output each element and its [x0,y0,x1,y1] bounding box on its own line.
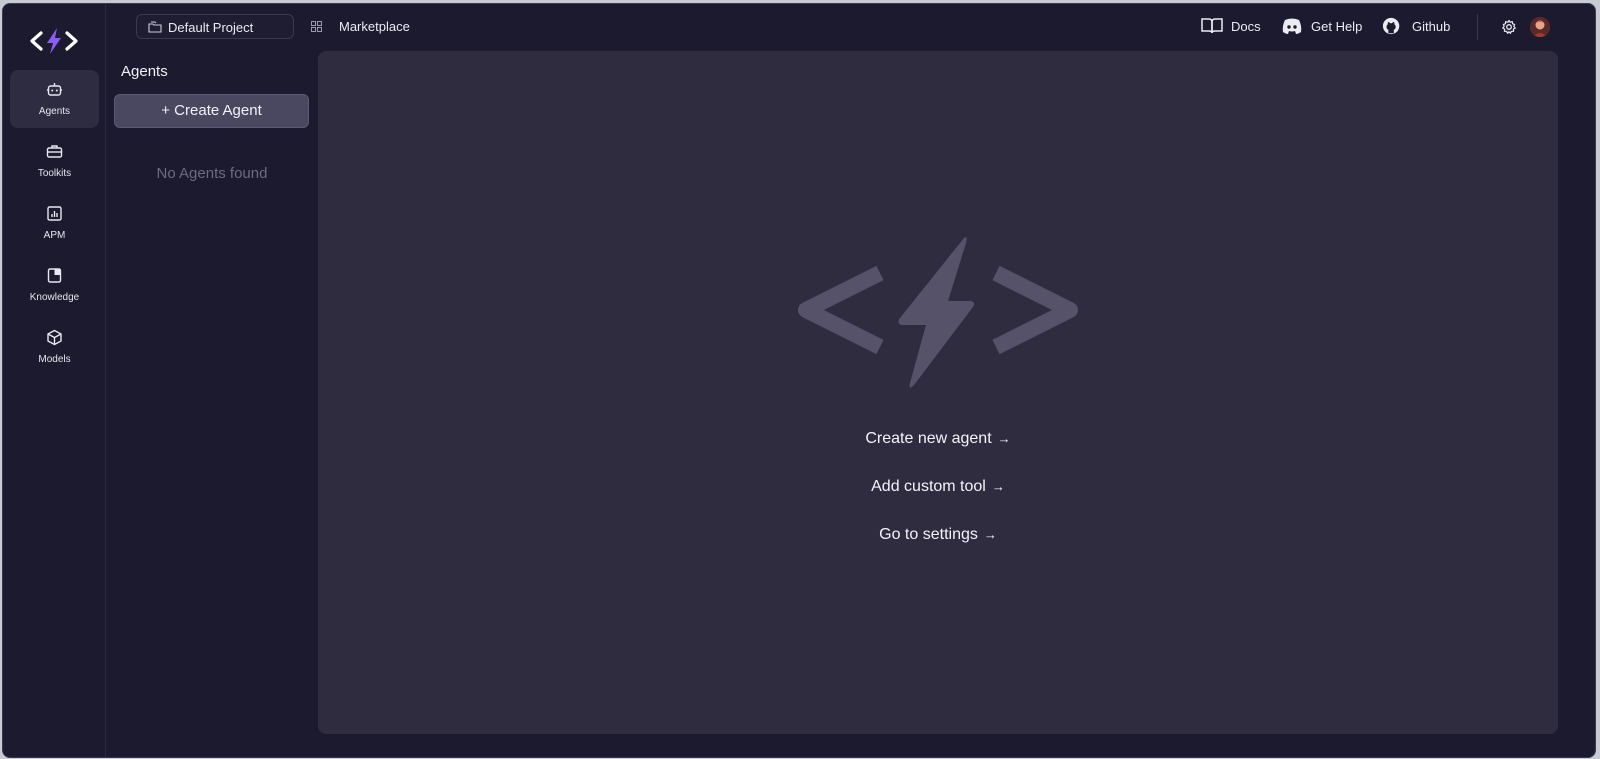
grid-icon [311,21,322,32]
nav-item-label: Agents [38,106,71,117]
arrow-right-icon: → [997,431,1011,446]
avatar-image-icon [1530,17,1550,37]
app-logo-icon[interactable] [29,26,79,56]
agents-panel: Agents + Create Agent No Agents found [106,52,318,757]
github-label: Github [1412,19,1451,34]
nav-rail: Agents Toolkits APM Knowledge Models [3,4,106,757]
folder-icon [148,21,162,33]
nav-item-agents[interactable]: Agents [10,70,99,128]
book-icon [47,268,62,283]
arrow-right-icon: → [991,479,1005,494]
discord-icon [1282,18,1302,34]
action-label: Create new agent [865,430,992,447]
go-to-settings-link[interactable]: Go to settings → [318,526,1558,544]
nav-item-label: Models [38,354,71,365]
app-window: Agents Toolkits APM Knowledge Models Def… [2,3,1596,758]
docs-label: Docs [1231,19,1261,34]
toolbox-icon [46,145,63,158]
main-content: Create new agent → Add custom tool → Go to… [318,51,1558,734]
create-agent-button[interactable]: + Create Agent [114,94,309,128]
chart-icon [47,206,62,221]
nav-item-label: Knowledge [29,292,80,303]
nav-item-apm[interactable]: APM [10,194,99,252]
robot-icon [47,83,62,96]
add-custom-tool-link[interactable]: Add custom tool → [318,478,1558,496]
action-label: Go to settings [879,526,978,543]
action-label: Add custom tool [871,478,986,495]
project-name: Default Project [168,20,254,35]
nav-item-models[interactable]: Models [10,318,99,376]
nav-item-label: APM [43,230,66,241]
nav-item-toolkits[interactable]: Toolkits [10,132,99,190]
cube-icon [47,329,62,346]
user-avatar[interactable] [1530,17,1550,37]
superagi-logo-icon [798,237,1078,388]
nav-item-knowledge[interactable]: Knowledge [10,256,99,314]
agents-panel-title: Agents [121,63,168,80]
book-open-icon [1201,18,1223,34]
empty-agents-message: No Agents found [156,165,268,182]
settings-gear-icon[interactable] [1501,19,1517,35]
topbar-divider [1477,14,1478,40]
nav-item-label: Toolkits [37,168,72,179]
github-icon [1382,17,1400,35]
marketplace-label: Marketplace [339,19,410,34]
get-help-label: Get Help [1311,19,1363,34]
arrow-right-icon: → [983,527,997,542]
top-bar: Default Project Marketplace Docs Get Hel… [106,4,1595,52]
create-new-agent-link[interactable]: Create new agent → [318,430,1558,448]
project-selector-button[interactable]: Default Project [136,14,294,39]
